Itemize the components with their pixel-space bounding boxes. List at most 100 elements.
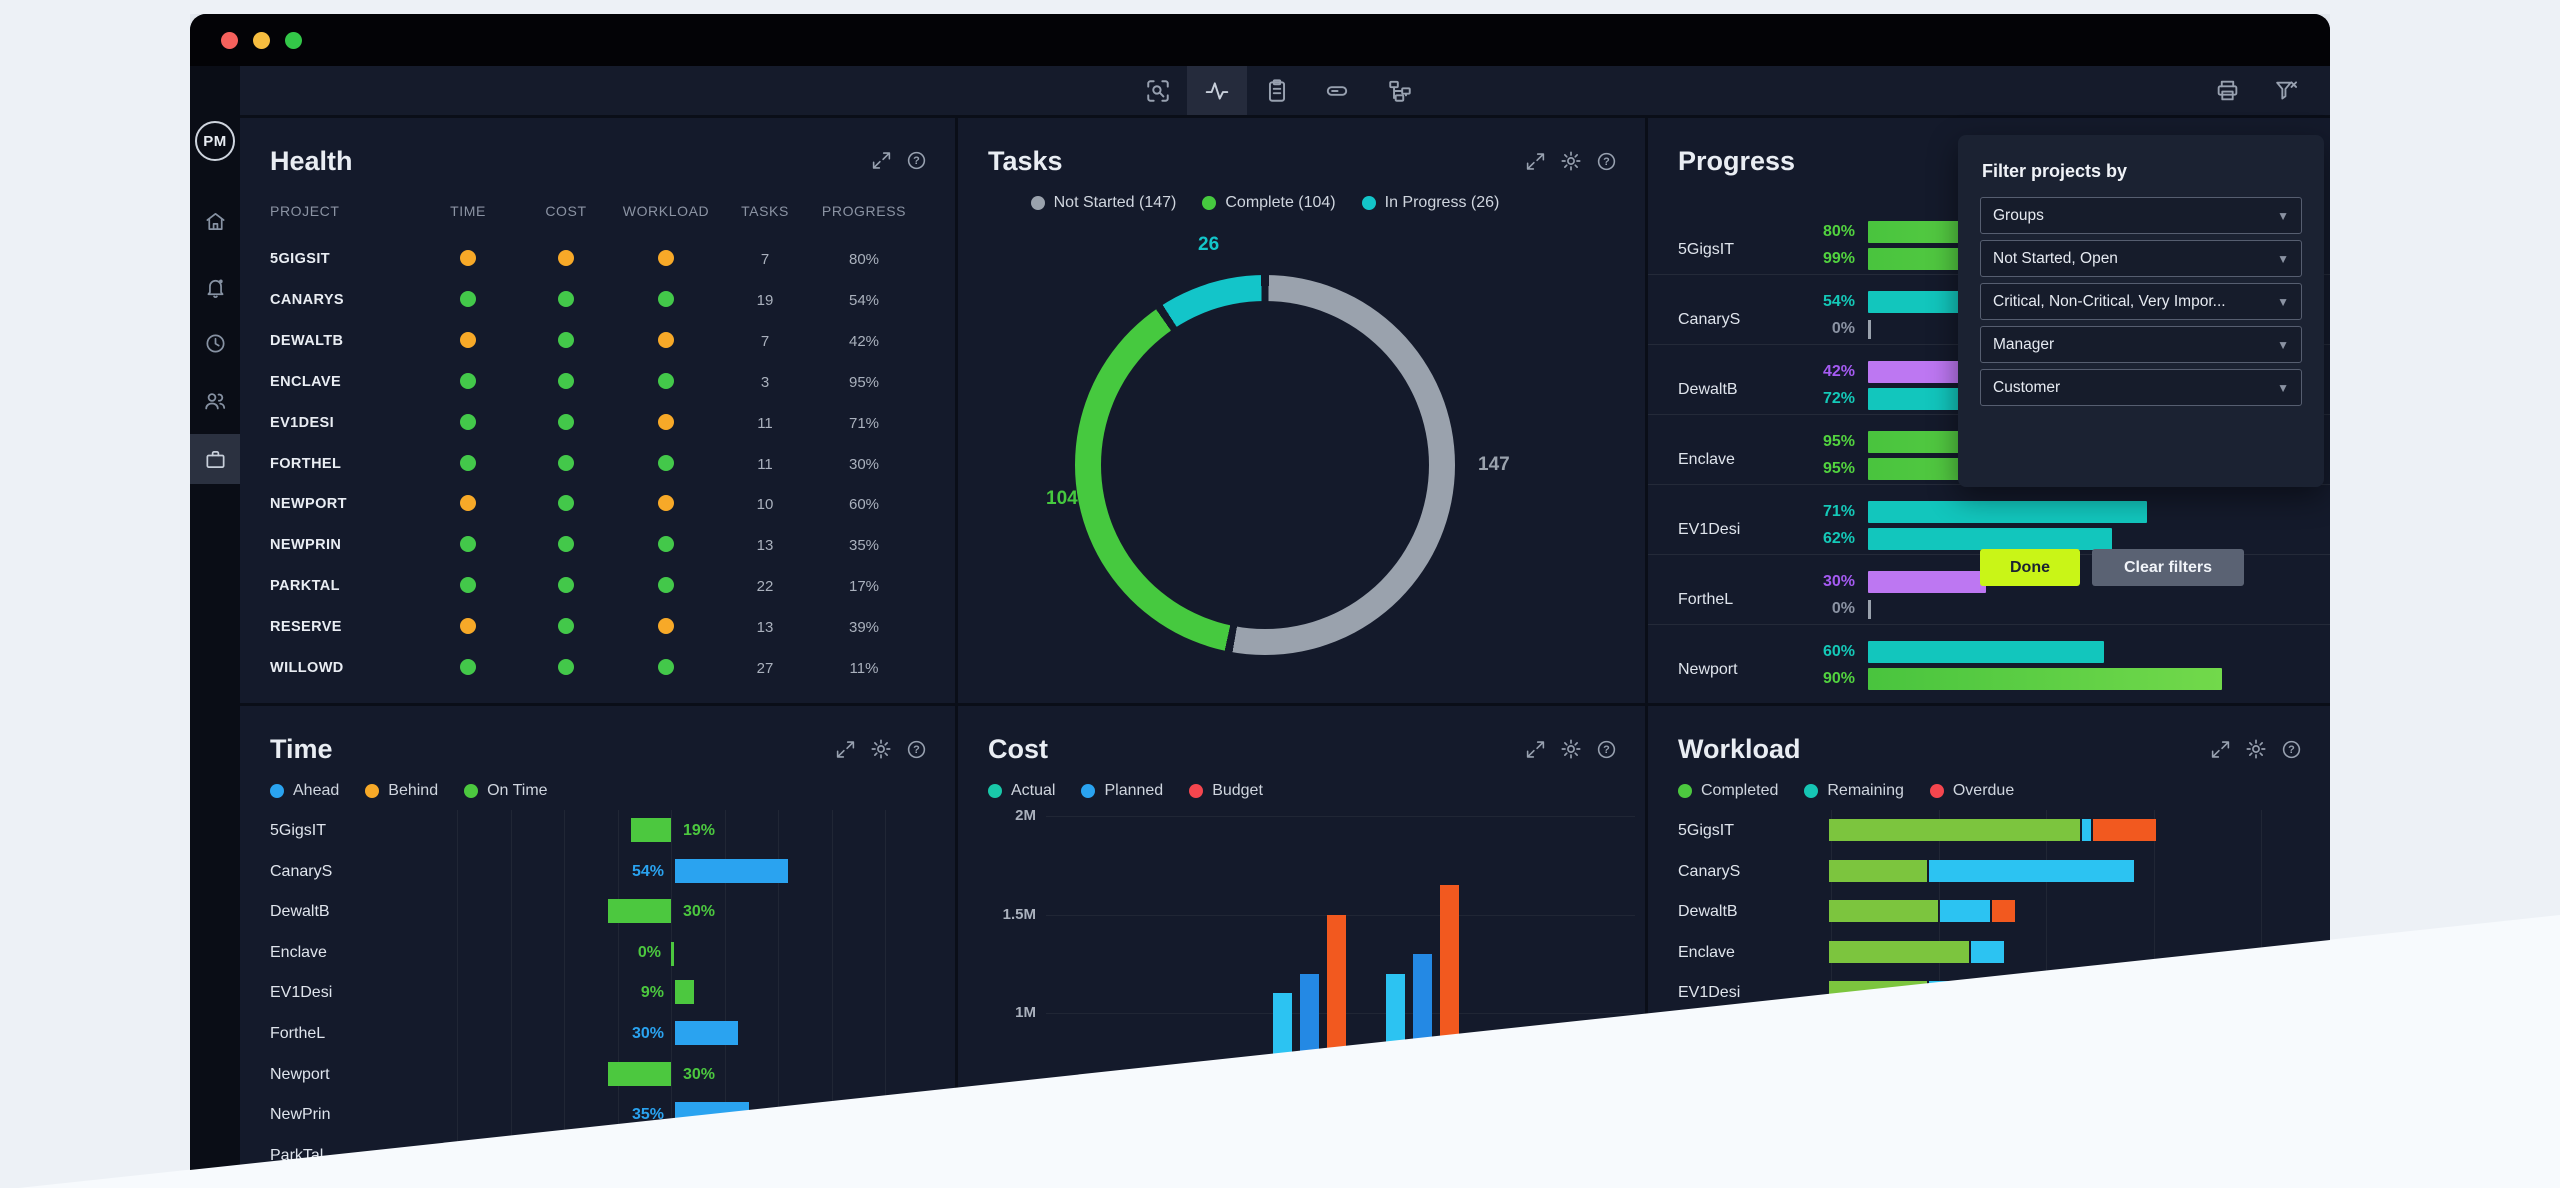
donut-value-label: 26 xyxy=(1198,234,1219,256)
clipboard-icon xyxy=(1264,78,1290,104)
progress-percent: 90% xyxy=(1795,670,1855,688)
project-name[interactable]: EV1Desi xyxy=(270,984,332,1002)
legend-item[interactable]: On Time xyxy=(464,782,547,800)
legend-item[interactable]: Behind xyxy=(365,782,438,800)
close-window-button[interactable] xyxy=(221,32,238,49)
toolbar-clipboard-button[interactable] xyxy=(1247,66,1307,115)
project-name[interactable]: CanaryS xyxy=(1678,311,1740,329)
app-logo[interactable]: PM xyxy=(195,121,235,161)
cost-legend: Actual Planned Budget xyxy=(988,782,1263,800)
project-name[interactable]: DEWALTB xyxy=(270,333,343,349)
sidebar-item-home[interactable] xyxy=(190,196,240,246)
toolbar-search-button[interactable] xyxy=(2321,66,2371,115)
minimize-window-button[interactable] xyxy=(253,32,270,49)
expand-icon[interactable] xyxy=(1525,739,1546,760)
project-name[interactable]: DewaltB xyxy=(270,903,330,921)
sidebar-item-bell[interactable] xyxy=(190,262,240,312)
expand-icon[interactable] xyxy=(2210,739,2231,760)
project-name[interactable]: Enclave xyxy=(1678,451,1735,469)
project-name[interactable]: FortheL xyxy=(1678,591,1733,609)
toolbar-printer-button[interactable] xyxy=(2202,66,2252,115)
project-name[interactable]: RESERVE xyxy=(270,619,342,635)
dropdown-value: Manager xyxy=(1993,336,2054,354)
project-name[interactable]: FORTHEL xyxy=(270,456,341,472)
project-name[interactable]: EV1DESI xyxy=(270,415,334,431)
legend-label: Not Started (147) xyxy=(1054,194,1177,212)
project-name[interactable]: EV1Desi xyxy=(1678,984,1740,1002)
project-name[interactable]: 5GIGSIT xyxy=(270,251,330,267)
toolbar-activity-button[interactable] xyxy=(1187,66,1247,115)
project-name[interactable]: NEWPRIN xyxy=(270,537,341,553)
help-icon[interactable]: ? xyxy=(906,739,927,760)
legend-item[interactable]: Planned xyxy=(1081,782,1163,800)
sidebar-item-users[interactable] xyxy=(190,376,240,426)
toolbar-workflow-button[interactable] xyxy=(1370,66,1430,115)
project-name[interactable]: 5GigsIT xyxy=(1678,822,1734,840)
clear-filters-button[interactable]: Clear filters xyxy=(2092,549,2244,586)
project-name[interactable]: FortheL xyxy=(270,1025,325,1043)
legend-item[interactable]: Complete (104) xyxy=(1202,194,1335,212)
project-name[interactable]: Newport xyxy=(270,1066,330,1084)
project-name[interactable]: 5GigsIT xyxy=(1678,241,1734,259)
progress-percent: 60% xyxy=(1795,643,1855,661)
expand-icon[interactable] xyxy=(835,739,856,760)
gear-icon[interactable] xyxy=(1560,738,1582,760)
time-status-dot xyxy=(460,659,476,675)
time-status-dot xyxy=(460,495,476,511)
project-name[interactable]: EV1Desi xyxy=(1678,521,1740,539)
filter-dropdown[interactable]: Manager ▼ xyxy=(1980,326,2302,363)
progress-percent: 95% xyxy=(1795,433,1855,451)
expand-icon[interactable] xyxy=(1525,151,1546,172)
legend-label: On Time xyxy=(487,782,547,800)
project-name[interactable]: ENCLAVE xyxy=(270,374,341,390)
legend-item[interactable]: Not Started (147) xyxy=(1031,194,1177,212)
legend-item[interactable]: Overdue xyxy=(1930,782,2014,800)
legend-item[interactable]: Actual xyxy=(988,782,1055,800)
progress-bar xyxy=(1868,571,1986,593)
filter-dropdown[interactable]: Customer ▼ xyxy=(1980,369,2302,406)
progress-value: 17% xyxy=(834,578,894,595)
project-name[interactable]: 5GigsIT xyxy=(270,822,326,840)
help-icon[interactable]: ? xyxy=(2281,739,2302,760)
project-name[interactable]: NEWPORT xyxy=(270,496,347,512)
expand-icon[interactable] xyxy=(871,150,892,171)
done-button[interactable]: Done xyxy=(1980,549,2080,586)
project-name[interactable]: CanaryS xyxy=(270,863,332,881)
filter-dropdown[interactable]: Critical, Non-Critical, Very Impor... ▼ xyxy=(1980,283,2302,320)
toolbar-card-button[interactable] xyxy=(1307,66,1367,115)
project-name[interactable]: DewaltB xyxy=(1678,381,1738,399)
workload-status-dot xyxy=(658,618,674,634)
legend-item[interactable]: Budget xyxy=(1189,782,1263,800)
sidebar-item-clock[interactable] xyxy=(190,318,240,368)
tasks-count: 7 xyxy=(735,251,795,268)
project-name[interactable]: WILLOWD xyxy=(270,660,344,676)
y-axis-label: 1.5M xyxy=(966,906,1036,923)
filter-dropdown[interactable]: Groups ▼ xyxy=(1980,197,2302,234)
project-name[interactable]: CANARYS xyxy=(270,292,344,308)
legend-item[interactable]: Remaining xyxy=(1804,782,1903,800)
help-icon[interactable]: ? xyxy=(1596,151,1617,172)
project-name[interactable]: DewaltB xyxy=(1678,903,1738,921)
help-icon[interactable]: ? xyxy=(1596,739,1617,760)
project-name[interactable]: CanaryS xyxy=(1678,863,1740,881)
project-name[interactable]: PARKTAL xyxy=(270,578,340,594)
project-name[interactable]: Enclave xyxy=(270,944,327,962)
filter-dropdown[interactable]: Not Started, Open ▼ xyxy=(1980,240,2302,277)
maximize-window-button[interactable] xyxy=(285,32,302,49)
help-icon[interactable]: ? xyxy=(906,150,927,171)
legend-item[interactable]: Ahead xyxy=(270,782,339,800)
legend-item[interactable]: Completed xyxy=(1678,782,1778,800)
gear-icon[interactable] xyxy=(870,738,892,760)
gear-icon[interactable] xyxy=(2245,738,2267,760)
scan-search-icon xyxy=(1145,78,1171,104)
cost-status-dot xyxy=(558,332,574,348)
project-name[interactable]: Newport xyxy=(1678,661,1738,679)
project-name[interactable]: NewPrin xyxy=(270,1106,330,1124)
sidebar-item-briefcase[interactable] xyxy=(190,434,240,484)
legend-item[interactable]: In Progress (26) xyxy=(1362,194,1500,212)
toolbar-scan-search-button[interactable] xyxy=(1128,66,1188,115)
project-name[interactable]: Enclave xyxy=(1678,944,1735,962)
legend-label: Completed xyxy=(1701,782,1778,800)
gear-icon[interactable] xyxy=(1560,150,1582,172)
toolbar-filter-clear-button[interactable] xyxy=(2261,66,2311,115)
